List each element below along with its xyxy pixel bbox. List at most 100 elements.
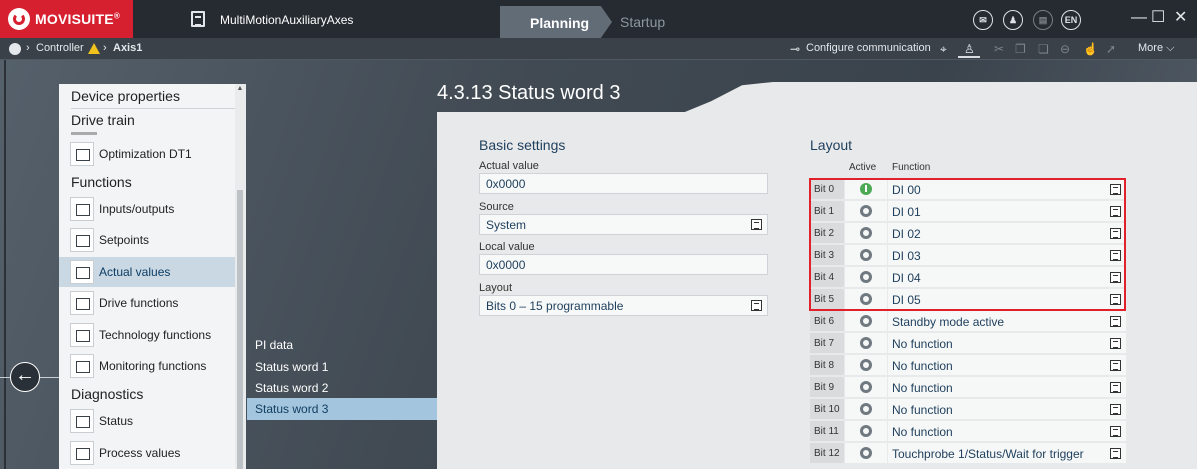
nav-item-optimization[interactable]: Optimization DT1 — [59, 139, 235, 169]
menu-icon[interactable] — [1110, 404, 1121, 415]
function-cell[interactable]: Touchprobe 1/Status/Wait for trigger — [888, 443, 1126, 463]
active-cell — [845, 355, 887, 375]
nav-diagnostics[interactable]: Diagnostics — [71, 386, 143, 402]
table-row: Bit 9 No function — [810, 377, 1126, 398]
local-value-field: 0x0000 — [479, 254, 768, 275]
title-bar: MOVISUITE® MultiMotionAuxiliaryAxes Plan… — [0, 0, 1197, 38]
nav-item-label: Status — [99, 414, 134, 428]
optimization-icon — [70, 142, 94, 166]
menu-icon[interactable] — [751, 219, 762, 230]
nav-item-label: Setpoints — [99, 233, 150, 247]
function-cell[interactable]: No function — [888, 399, 1126, 419]
function-cell[interactable]: Standby mode active — [888, 311, 1126, 331]
copy-icon[interactable]: ❐ — [1015, 42, 1026, 56]
nav-item-label: Actual values — [99, 265, 171, 279]
mail-icon[interactable]: ✉ — [973, 10, 993, 30]
actual-values-icon — [70, 260, 94, 284]
more-menu[interactable]: More ⌵ — [1138, 42, 1174, 55]
document-icon[interactable]: ▤ — [1033, 10, 1053, 30]
menu-icon[interactable] — [1110, 316, 1121, 327]
tab-planning[interactable]: Planning — [500, 6, 612, 38]
brand-logo[interactable]: MOVISUITE® — [0, 0, 133, 38]
menu-icon[interactable] — [1110, 382, 1121, 393]
active-cell — [845, 443, 887, 463]
subnav-status-word-2[interactable]: Status word 2 — [247, 377, 437, 399]
tab-startup[interactable]: Startup — [620, 14, 665, 30]
drive-functions-icon — [70, 291, 94, 315]
inactive-status-icon — [860, 447, 872, 459]
close-icon[interactable]: ✕ — [1174, 10, 1187, 26]
bit-label: Bit 10 — [810, 399, 844, 419]
nav-item-label: Inputs/outputs — [99, 202, 175, 216]
chevron-right-icon: › — [103, 42, 107, 54]
toolbar: › Controller › Axis1 ⊸ Configure communi… — [0, 38, 1197, 60]
nav-device-properties[interactable]: Device properties — [71, 88, 180, 104]
hand-icon[interactable]: ☝ — [1083, 42, 1098, 56]
function-cell[interactable]: No function — [888, 377, 1126, 397]
pointer-icon[interactable]: ➚ — [1106, 42, 1116, 56]
inactive-status-icon — [860, 381, 872, 393]
inactive-status-icon — [860, 359, 872, 371]
inputs-outputs-icon — [70, 197, 94, 221]
app-window: MOVISUITE® MultiMotionAuxiliaryAxes Plan… — [0, 0, 1197, 469]
project-icon[interactable] — [191, 11, 205, 27]
table-row: Bit 12 Touchprobe 1/Status/Wait for trigg… — [810, 443, 1126, 464]
function-cell[interactable]: No function — [888, 421, 1126, 441]
nav-drive-train[interactable]: Drive train — [71, 112, 135, 128]
scroll-up-arrow-icon[interactable]: ▲ — [236, 85, 244, 92]
nav-item-label: Optimization DT1 — [99, 147, 192, 161]
remove-icon[interactable]: ⊖ — [1060, 42, 1070, 56]
technology-functions-icon — [70, 323, 94, 347]
active-cell — [845, 311, 887, 331]
bit-label: Bit 6 — [810, 311, 844, 331]
breadcrumb-controller[interactable]: Controller — [36, 42, 84, 54]
minimize-icon[interactable]: — — [1131, 10, 1147, 26]
menu-icon[interactable] — [1110, 338, 1121, 349]
left-border — [4, 60, 6, 469]
plug-icon[interactable]: ⊸ — [790, 42, 800, 56]
source-select[interactable]: System — [479, 214, 768, 235]
nav-item-status[interactable]: Status — [59, 406, 235, 436]
inactive-status-icon — [860, 403, 872, 415]
nav-functions[interactable]: Functions — [71, 174, 132, 190]
nav-item-inputs-outputs[interactable]: Inputs/outputs — [59, 194, 235, 224]
paste-icon[interactable]: ❏ — [1038, 42, 1049, 56]
table-row: Bit 6 Standby mode active — [810, 311, 1126, 332]
inactive-status-icon — [860, 315, 872, 327]
maximize-icon[interactable]: ☐ — [1151, 10, 1165, 26]
subnav-pi-data[interactable]: PI data — [247, 334, 437, 356]
page-title: 4.3.13 Status word 3 — [437, 82, 621, 104]
actual-value-field: 0x0000 — [479, 173, 768, 194]
function-cell[interactable]: No function — [888, 333, 1126, 353]
nav-item-setpoints[interactable]: Setpoints — [59, 225, 235, 255]
subnav-status-word-3[interactable]: Status word 3 — [247, 398, 437, 420]
breadcrumb-axis[interactable]: Axis1 — [113, 42, 142, 54]
bit-label: Bit 7 — [810, 333, 844, 353]
function-cell[interactable]: No function — [888, 355, 1126, 375]
device-icon[interactable] — [9, 43, 21, 55]
network-icon[interactable]: ⌖ — [940, 42, 947, 57]
warning-icon — [88, 43, 100, 54]
person-icon[interactable]: ♙ — [964, 42, 975, 56]
subnav-status-word-1[interactable]: Status word 1 — [247, 356, 437, 378]
menu-icon[interactable] — [1110, 448, 1121, 459]
nav-item-technology-functions[interactable]: Technology functions — [59, 320, 235, 350]
active-cell — [845, 421, 887, 441]
nav-scrollbar-thumb[interactable] — [237, 190, 243, 469]
nav-item-drive-functions[interactable]: Drive functions — [59, 288, 235, 318]
configure-communication-button[interactable]: Configure communication — [806, 42, 931, 54]
user-icon[interactable]: ♟ — [1003, 10, 1023, 30]
menu-icon[interactable] — [751, 300, 762, 311]
menu-icon[interactable] — [1110, 426, 1121, 437]
basic-settings-title: Basic settings — [479, 137, 566, 153]
language-button[interactable]: EN — [1061, 10, 1081, 30]
nav-item-monitoring-functions[interactable]: Monitoring functions — [59, 351, 235, 381]
scissors-icon[interactable]: ✂ — [994, 42, 1004, 56]
back-arrow-icon[interactable]: ← — [10, 362, 40, 392]
menu-icon[interactable] — [1110, 360, 1121, 371]
layout-select[interactable]: Bits 0 – 15 programmable — [479, 295, 768, 316]
nav-item-actual-values[interactable]: Actual values — [59, 257, 235, 287]
nav-item-label: Monitoring functions — [99, 359, 207, 373]
selected-indicator — [958, 56, 980, 58]
nav-item-process-values[interactable]: Process values — [59, 438, 235, 468]
